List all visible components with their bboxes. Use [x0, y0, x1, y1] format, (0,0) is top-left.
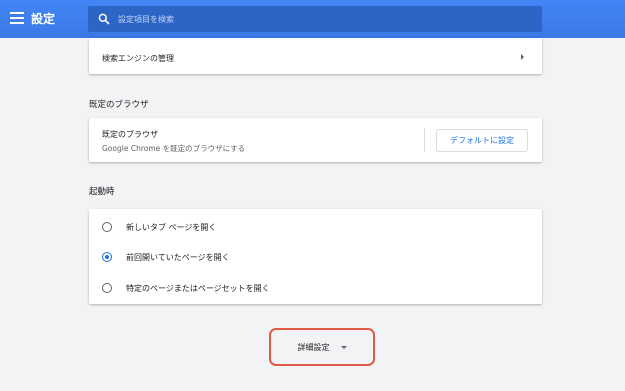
default-browser-section-title: 既定のブラウザ — [89, 100, 149, 110]
startup-option-continue[interactable]: 前回開いていたページを開く — [89, 244, 542, 272]
radio-label: 特定のページまたはページセットを開く — [126, 284, 270, 293]
advanced-settings-label: 詳細設定 — [297, 342, 330, 352]
startup-option-specific-pages[interactable]: 特定のページまたはページセットを開く — [89, 275, 542, 303]
manage-search-engines-link[interactable]: 検索エンジンの管理 — [102, 53, 174, 64]
radio-label: 前回開いていたページを開く — [126, 253, 230, 262]
chevron-right-icon[interactable] — [521, 54, 524, 60]
hamburger-menu-icon[interactable] — [10, 12, 24, 24]
startup-option-new-tab[interactable]: 新しいタブ ページを開く — [89, 214, 542, 242]
default-browser-row-title: 既定のブラウザ — [102, 130, 158, 139]
page-title: 設定 — [31, 12, 56, 26]
radio-button[interactable] — [102, 283, 112, 293]
default-browser-row-subtitle: Google Chrome を既定のブラウザにする — [102, 144, 246, 153]
default-browser-card: 既定のブラウザ Google Chrome を既定のブラウザにする デフォルトに… — [89, 118, 542, 162]
search-engine-card: 検索エンジンの管理 — [89, 38, 542, 74]
search-box[interactable] — [88, 6, 542, 32]
divider — [424, 128, 425, 152]
chevron-down-icon — [340, 345, 347, 349]
search-icon — [98, 13, 110, 25]
radio-label: 新しいタブ ページを開く — [126, 223, 217, 232]
radio-button-selected[interactable] — [102, 252, 112, 262]
make-default-button[interactable]: デフォルトに設定 — [436, 129, 528, 152]
startup-section-title: 起動時 — [89, 187, 115, 197]
startup-options-card: 新しいタブ ページを開く 前回開いていたページを開く 特定のページまたはページセ… — [89, 209, 542, 304]
advanced-settings-button[interactable]: 詳細設定 — [269, 328, 375, 366]
radio-button[interactable] — [102, 222, 112, 232]
search-input[interactable] — [118, 10, 518, 28]
top-toolbar: 設定 — [0, 0, 625, 38]
